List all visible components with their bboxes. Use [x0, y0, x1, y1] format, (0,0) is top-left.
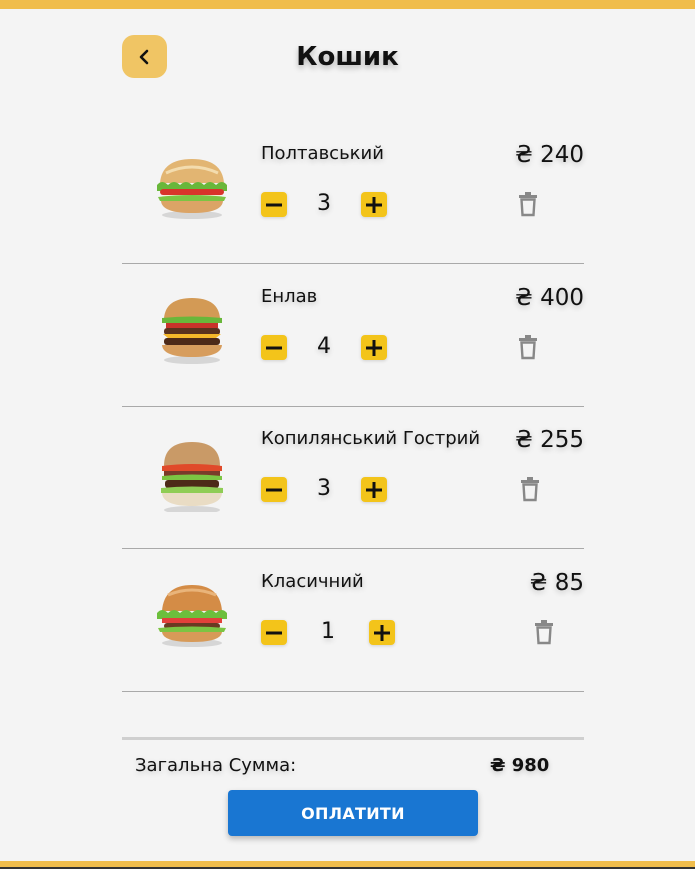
plus-icon	[366, 196, 382, 213]
top-accent-bar	[0, 0, 695, 9]
total-label: Загальна Сумма:	[135, 755, 297, 776]
item-name: Класичний	[261, 571, 364, 592]
plus-icon	[374, 624, 390, 641]
item-name: Енлав	[261, 286, 318, 307]
minus-icon	[266, 346, 282, 349]
decrement-button[interactable]	[261, 192, 287, 217]
burger-image	[161, 442, 223, 512]
trash-icon[interactable]	[534, 619, 554, 645]
burger-image	[157, 585, 227, 647]
item-name: Копилянський Гострий	[261, 428, 481, 449]
cart-item: Полтавський ₴ 240 3	[122, 121, 584, 264]
item-price: ₴ 85	[529, 570, 584, 596]
total-value: ₴ 980	[490, 755, 550, 776]
decrement-button[interactable]	[261, 620, 287, 645]
pay-button[interactable]: ОПЛАТИТИ	[228, 790, 478, 836]
quantity-value: 3	[317, 191, 331, 216]
minus-icon	[266, 203, 282, 206]
cart-item: Енлав ₴ 400 4	[122, 264, 584, 407]
trash-icon[interactable]	[518, 191, 538, 217]
cart-item: Класичний ₴ 85 1	[122, 549, 584, 692]
quantity-value: 3	[317, 476, 331, 501]
increment-button[interactable]	[361, 477, 387, 502]
minus-icon	[266, 488, 282, 491]
burger-image	[157, 159, 227, 219]
decrement-button[interactable]	[261, 477, 287, 502]
item-name: Полтавський	[261, 143, 384, 164]
plus-icon	[366, 339, 382, 356]
decrement-button[interactable]	[261, 335, 287, 360]
item-price: ₴ 400	[514, 285, 584, 311]
item-price: ₴ 255	[514, 427, 584, 453]
minus-icon	[266, 631, 282, 634]
burger-image	[162, 298, 222, 364]
total-divider	[122, 737, 584, 740]
quantity-value: 1	[321, 619, 335, 644]
trash-icon[interactable]	[518, 334, 538, 360]
item-price: ₴ 240	[514, 142, 584, 168]
increment-button[interactable]	[361, 192, 387, 217]
plus-icon	[366, 481, 382, 498]
cart-item: Копилянський Гострий ₴ 255 3	[122, 406, 584, 549]
trash-icon[interactable]	[520, 476, 540, 502]
increment-button[interactable]	[361, 335, 387, 360]
quantity-value: 4	[317, 334, 331, 359]
increment-button[interactable]	[369, 620, 395, 645]
page-title: Кошик	[296, 42, 399, 72]
